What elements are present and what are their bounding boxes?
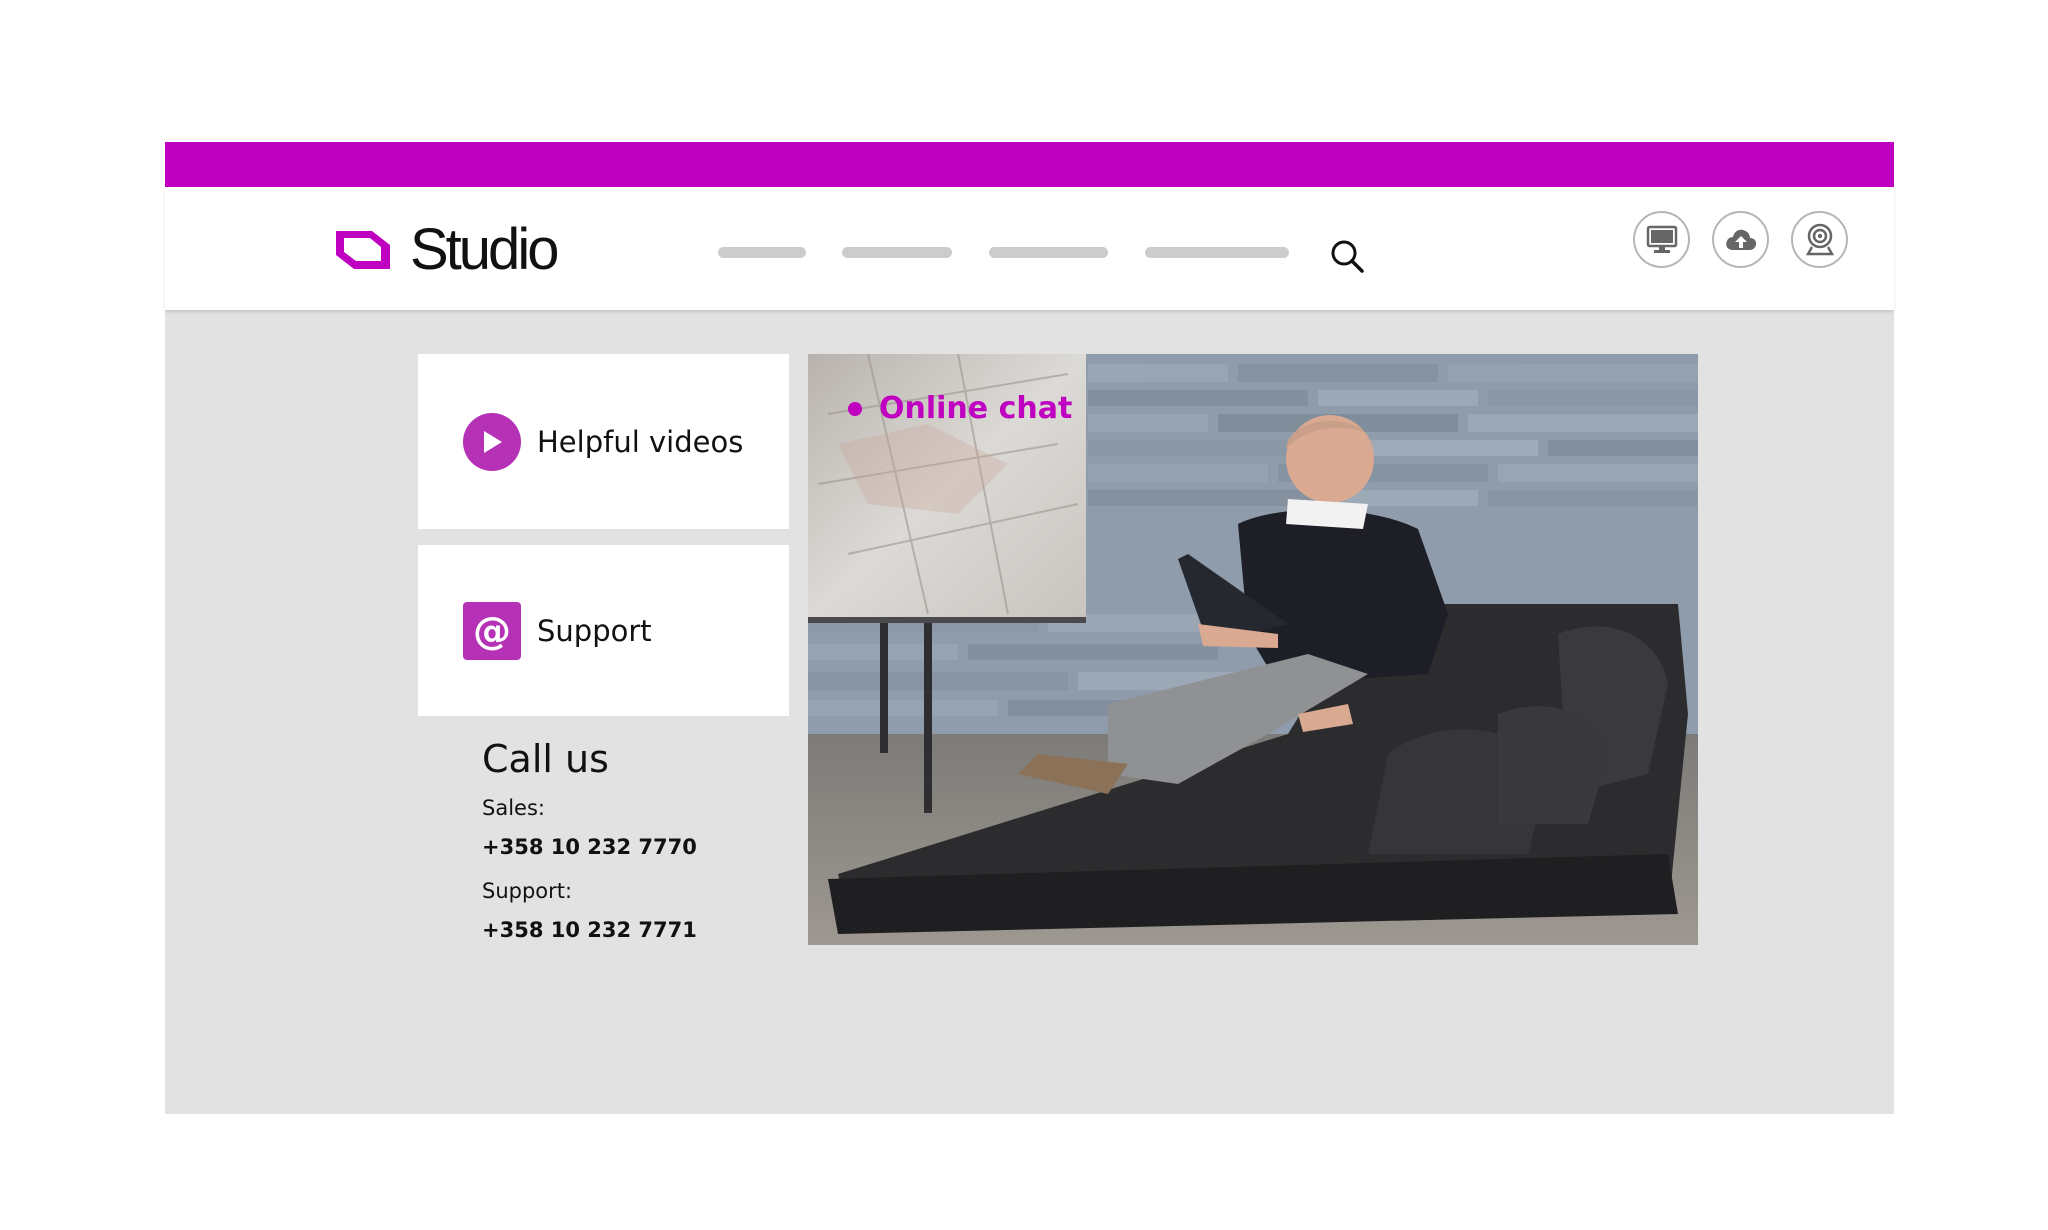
- studio-logo[interactable]: Studio: [332, 215, 559, 285]
- cloud-upload-button[interactable]: [1712, 211, 1769, 268]
- play-icon: [463, 412, 521, 471]
- online-status-dot: [848, 402, 862, 416]
- logo-text: Studio: [410, 217, 559, 282]
- webcam-icon: [1805, 223, 1834, 255]
- support-phone[interactable]: +358 10 232 7771: [482, 920, 697, 941]
- logo-icon: [336, 231, 390, 269]
- online-chat-label: Online chat: [879, 391, 1073, 426]
- search-icon[interactable]: [1328, 237, 1366, 275]
- at-sign-icon: @: [463, 601, 521, 660]
- support-label: Support: [537, 613, 652, 648]
- webcam-button[interactable]: [1791, 211, 1848, 268]
- helpful-videos-label: Helpful videos: [537, 424, 744, 459]
- nav-item-2[interactable]: [842, 247, 952, 258]
- monitor-icon: [1646, 225, 1677, 253]
- support-phone-label: Support:: [482, 879, 573, 903]
- helpful-videos-card[interactable]: Helpful videos: [418, 354, 789, 529]
- call-us-section: Call us Sales: +358 10 232 7770 Support:…: [482, 740, 697, 941]
- cloud-upload-icon: [1725, 229, 1756, 250]
- hero-photo: Online chat: [808, 354, 1698, 945]
- monitor-button[interactable]: [1633, 211, 1690, 268]
- support-card[interactable]: @ Support: [418, 545, 789, 716]
- site-header: Studio: [165, 187, 1894, 310]
- sales-phone[interactable]: +358 10 232 7770: [482, 837, 697, 858]
- hero-image: [808, 354, 1698, 945]
- sales-label: Sales:: [482, 796, 545, 820]
- call-us-title: Call us: [482, 737, 609, 781]
- nav-item-3[interactable]: [989, 247, 1108, 258]
- nav-item-1[interactable]: [718, 247, 806, 258]
- accent-top-bar: [165, 142, 1894, 187]
- online-chat-link[interactable]: Online chat: [848, 394, 1072, 424]
- nav-item-4[interactable]: [1145, 247, 1289, 258]
- browser-frame: Studio Helpful videos @ Support Call us …: [165, 142, 1894, 1114]
